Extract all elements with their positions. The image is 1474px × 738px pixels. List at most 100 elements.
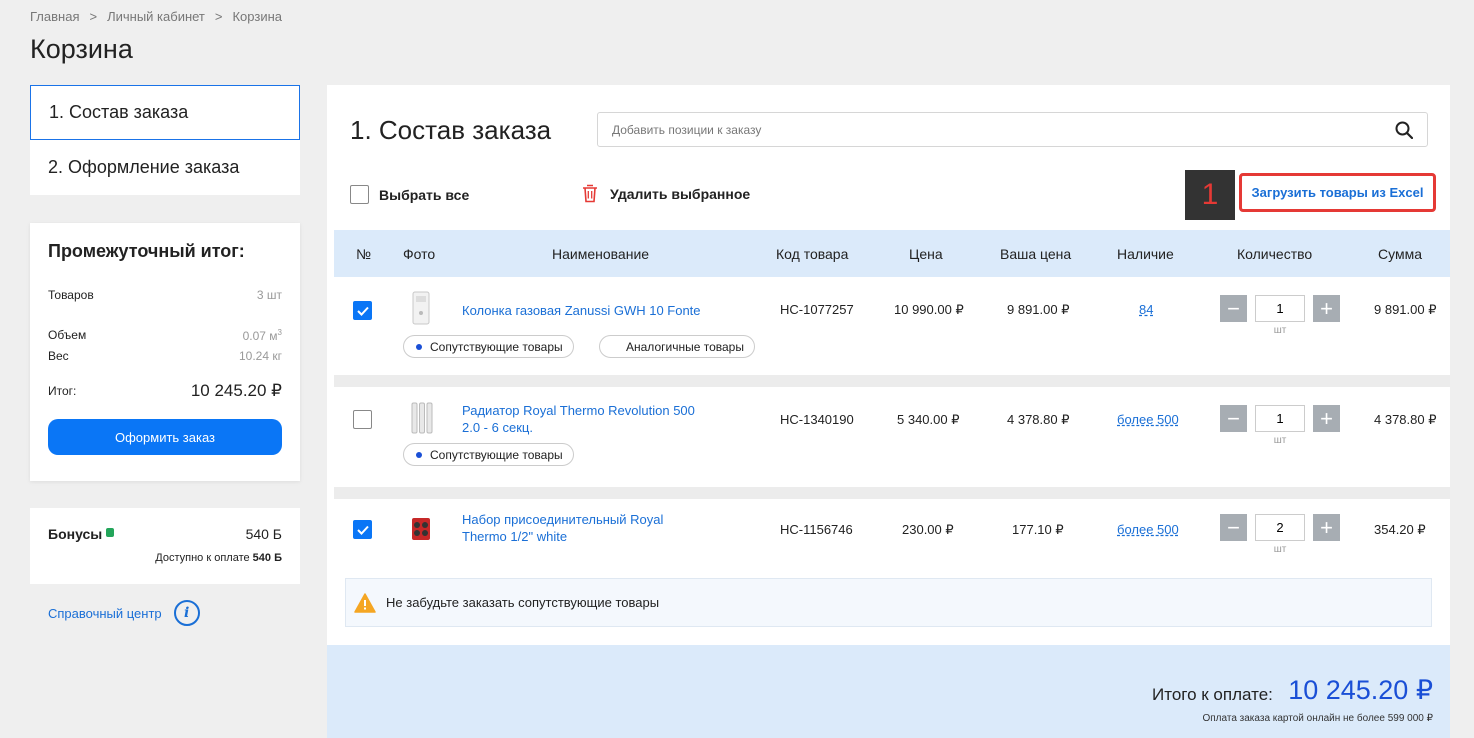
increase-quantity-button[interactable]: + bbox=[1313, 514, 1340, 541]
subtotal-title: Промежуточный итог: bbox=[48, 241, 245, 261]
fitting-kit-photo bbox=[412, 518, 430, 540]
quantity-stepper: − шт + bbox=[1220, 295, 1340, 336]
row-checkbox[interactable] bbox=[353, 301, 372, 320]
volume-label: Объем bbox=[48, 328, 87, 342]
bonus-available: Доступно к оплате 540 Б bbox=[155, 552, 282, 564]
search-icon[interactable] bbox=[1395, 121, 1413, 139]
availability-link[interactable]: более 500 bbox=[1117, 522, 1179, 537]
quantity-input[interactable] bbox=[1255, 514, 1305, 541]
availability-link[interactable]: 84 bbox=[1139, 302, 1153, 317]
breadcrumb-current: Корзина bbox=[232, 9, 283, 24]
weight-value: 10.24 кг bbox=[239, 349, 282, 363]
similar-products-chip[interactable]: Аналогичные товары bbox=[599, 335, 755, 358]
row-divider bbox=[334, 487, 1450, 499]
subtotal-panel: Промежуточный итог: Товаров 3 шт Объем 0… bbox=[30, 223, 300, 481]
radiator-photo bbox=[411, 402, 433, 434]
select-all-checkbox[interactable] bbox=[350, 185, 369, 204]
warning-icon bbox=[354, 592, 376, 613]
col-code: Код товара bbox=[776, 245, 849, 262]
related-products-chip[interactable]: Сопутствующие товары bbox=[403, 335, 574, 358]
bonus-label: Бонусы bbox=[48, 526, 103, 542]
col-sum: Сумма bbox=[1378, 245, 1422, 262]
product-name-link[interactable]: Радиатор Royal Thermo Revolution 500 2.0 … bbox=[462, 402, 695, 436]
breadcrumb-home[interactable]: Главная bbox=[30, 9, 79, 24]
chip-dot-icon bbox=[416, 343, 422, 350]
section-title: 1. Состав заказа bbox=[350, 115, 552, 145]
related-products-notice: Не забудьте заказать сопутствующие товар… bbox=[345, 578, 1432, 627]
order-steps: 1. Состав заказа 2. Оформление заказа bbox=[30, 85, 300, 195]
payment-limit-note: Оплата заказа картой онлайн не более 599… bbox=[1202, 713, 1433, 724]
check-icon bbox=[356, 306, 369, 316]
chip-dot-icon bbox=[416, 451, 422, 458]
product-price: 230.00 ₽ bbox=[902, 522, 954, 537]
search-input[interactable] bbox=[612, 122, 1395, 137]
weight-label: Вес bbox=[48, 349, 69, 363]
breadcrumb: Главная > Личный кабинет > Корзина bbox=[30, 9, 282, 24]
help-center-link[interactable]: Справочный центр i bbox=[48, 600, 200, 626]
upload-excel-link[interactable]: Загрузить товары из Excel bbox=[1239, 173, 1436, 212]
breadcrumb-separator: > bbox=[89, 9, 98, 24]
volume-row: Объем 0.07 м3 bbox=[48, 328, 282, 343]
increase-quantity-button[interactable]: + bbox=[1313, 295, 1340, 322]
items-value: 3 шт bbox=[256, 288, 282, 302]
col-price: Цена bbox=[909, 245, 943, 262]
col-photo: Фото bbox=[403, 245, 436, 262]
grand-total-value: 10 245.20 ₽ bbox=[1288, 675, 1433, 705]
breadcrumb-separator: > bbox=[214, 9, 223, 24]
notice-text: Не забудьте заказать сопутствующие товар… bbox=[386, 595, 660, 610]
row-checkbox[interactable] bbox=[353, 520, 372, 539]
table-header: № Фото Наименование Код товара Цена Ваша… bbox=[334, 230, 1450, 277]
product-your-price: 9 891.00 ₽ bbox=[1007, 302, 1070, 317]
bonus-value: 540 Б bbox=[245, 526, 282, 542]
col-number: № bbox=[356, 245, 372, 262]
checkout-button[interactable]: Оформить заказ bbox=[48, 419, 282, 455]
delete-selected-button[interactable]: Удалить выбранное bbox=[582, 184, 750, 203]
decrease-quantity-button[interactable]: − bbox=[1220, 295, 1247, 322]
product-your-price: 4 378.80 ₽ bbox=[1007, 412, 1070, 427]
total-row: Итог: 10 245.20 ₽ bbox=[48, 381, 282, 401]
grand-total-label: Итого к оплате: bbox=[1152, 685, 1273, 704]
product-price: 5 340.00 ₽ bbox=[897, 412, 960, 427]
order-contents-panel: 1. Состав заказа Выбрать все Удалить выб… bbox=[327, 85, 1450, 738]
decrease-quantity-button[interactable]: − bbox=[1220, 514, 1247, 541]
product-price: 10 990.00 ₽ bbox=[894, 302, 964, 317]
product-code: НС-1156746 bbox=[780, 522, 853, 537]
info-icon: i bbox=[173, 600, 200, 626]
row-checkbox[interactable] bbox=[353, 410, 372, 429]
product-your-price: 177.10 ₽ bbox=[1012, 522, 1064, 537]
row-divider bbox=[334, 375, 1450, 387]
decrease-quantity-button[interactable]: − bbox=[1220, 405, 1247, 432]
trash-icon bbox=[583, 184, 597, 203]
select-all[interactable]: Выбрать все bbox=[350, 185, 469, 204]
gas-heater-photo bbox=[412, 291, 430, 325]
delete-selected-label: Удалить выбранное bbox=[610, 185, 751, 202]
page-title: Корзина bbox=[30, 34, 133, 64]
related-products-chip[interactable]: Сопутствующие товары bbox=[403, 443, 574, 466]
step-marker-badge: 1 bbox=[1185, 170, 1235, 220]
product-code: НС-1077257 bbox=[780, 302, 854, 317]
availability-link[interactable]: более 500 bbox=[1117, 412, 1179, 427]
row-sum: 354.20 ₽ bbox=[1374, 522, 1426, 537]
breadcrumb-account[interactable]: Личный кабинет bbox=[107, 9, 205, 24]
items-label: Товаров bbox=[48, 288, 94, 302]
quantity-stepper: − шт + bbox=[1220, 514, 1340, 555]
increase-quantity-button[interactable]: + bbox=[1313, 405, 1340, 432]
step-checkout[interactable]: 2. Оформление заказа bbox=[30, 140, 300, 195]
check-icon bbox=[356, 525, 369, 535]
col-quantity: Количество bbox=[1237, 245, 1313, 262]
order-total-footer: Итого к оплате: 10 245.20 ₽ Оплата заказ… bbox=[327, 645, 1450, 738]
bonus-icon bbox=[106, 528, 115, 537]
chip-dot-icon bbox=[612, 344, 618, 350]
quantity-input[interactable] bbox=[1255, 405, 1305, 432]
quantity-unit: шт bbox=[1273, 435, 1287, 446]
table-row: Набор присоединительный Royal Thermo 1/2"… bbox=[327, 499, 1450, 574]
volume-value: 0.07 м3 bbox=[242, 328, 282, 343]
step-order-contents[interactable]: 1. Состав заказа bbox=[30, 85, 300, 140]
quantity-unit: шт bbox=[1273, 544, 1287, 555]
total-value: 10 245.20 ₽ bbox=[190, 381, 282, 400]
select-all-label: Выбрать все bbox=[379, 186, 470, 203]
product-name-link[interactable]: Набор присоединительный Royal Thermo 1/2"… bbox=[462, 511, 663, 545]
quantity-input[interactable] bbox=[1255, 295, 1305, 322]
table-row: Колонка газовая Zanussi GWH 10 Fonte НС-… bbox=[327, 277, 1450, 375]
product-name-link[interactable]: Колонка газовая Zanussi GWH 10 Fonte bbox=[462, 302, 701, 319]
